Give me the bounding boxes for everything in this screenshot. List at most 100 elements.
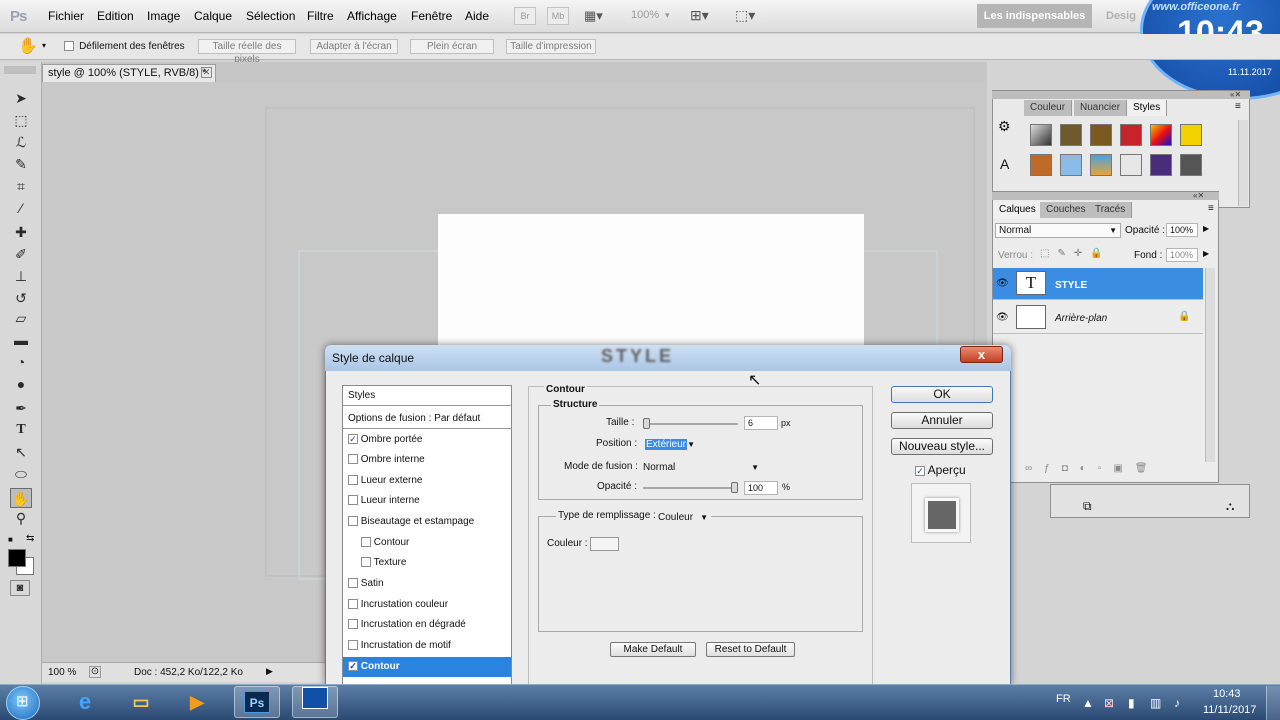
checkbox[interactable] <box>348 475 358 486</box>
language-indicator[interactable]: FR <box>1056 693 1071 705</box>
signal-icon[interactable]: ▥ <box>1150 696 1161 710</box>
screen-mode-icon[interactable]: ⬚▾ <box>735 7 755 24</box>
style-item-inner-glow[interactable]: Lueur interne <box>343 491 511 511</box>
size-field[interactable]: 6 <box>744 416 778 430</box>
character-panel-icon[interactable]: A <box>1000 156 1009 172</box>
checkbox-checked[interactable]: ✓ <box>348 661 358 672</box>
marquee-tool-icon[interactable]: ⬚ <box>10 110 32 130</box>
checkbox[interactable] <box>348 516 358 527</box>
bridge-button[interactable]: Br <box>514 7 536 25</box>
checkbox[interactable] <box>348 495 358 506</box>
healing-brush-tool-icon[interactable]: ✚ <box>10 222 32 242</box>
close-icon[interactable]: x <box>960 346 1003 363</box>
panel-grip[interactable] <box>992 91 1250 99</box>
style-swatch[interactable] <box>1120 154 1142 176</box>
style-swatch[interactable] <box>1120 124 1142 146</box>
quick-selection-tool-icon[interactable]: ✎ <box>10 154 32 174</box>
scroll-all-checkbox[interactable] <box>64 41 74 52</box>
cancel-button[interactable]: Annuler <box>891 412 993 429</box>
foreground-color-swatch[interactable] <box>8 549 26 567</box>
styles-scrollbar[interactable] <box>1238 120 1248 206</box>
size-slider-knob[interactable] <box>643 418 650 429</box>
document-canvas[interactable] <box>438 214 864 349</box>
preview-checkbox[interactable]: ✓ <box>915 465 925 476</box>
hand-tool-active-icon[interactable]: ✋ <box>10 488 32 508</box>
status-arrow-icon[interactable]: ▶ <box>266 666 273 677</box>
network-icon[interactable]: ⊠ <box>1104 696 1114 710</box>
quick-mask-icon[interactable]: ◙ <box>10 580 30 596</box>
eraser-tool-icon[interactable]: ▱ <box>10 308 32 328</box>
blur-tool-icon[interactable]: ◔ <box>10 352 32 372</box>
swap-colors-icon[interactable]: ⇆ <box>26 533 34 544</box>
checkbox[interactable] <box>348 619 358 630</box>
workspace-essentials-button[interactable]: Les indispensables <box>977 4 1092 28</box>
style-item-gradient-overlay[interactable]: Incrustation en dégradé <box>343 615 511 635</box>
preview-option[interactable]: ✓ Aperçu <box>915 463 966 477</box>
menu-image[interactable]: Image <box>147 9 180 23</box>
document-tab[interactable]: style @ 100% (STYLE, RVB/8) * <box>42 64 216 82</box>
scroll-all-windows-option[interactable]: Défilement des fenêtres <box>64 40 185 52</box>
fit-screen-button[interactable]: Adapter à l'écran <box>310 39 398 54</box>
chevron-right-icon[interactable]: ▶ <box>1203 224 1209 233</box>
style-list-header[interactable]: Styles <box>343 386 511 406</box>
eye-icon[interactable]: 👁 <box>996 312 1009 323</box>
opacity-slider-knob[interactable] <box>731 482 738 493</box>
move-tool-icon[interactable]: ➤ <box>10 88 32 108</box>
stroke-color-swatch[interactable] <box>590 537 619 551</box>
collapse-icon[interactable]: «✕ <box>1193 191 1204 200</box>
ok-button[interactable]: OK <box>891 386 993 403</box>
fill-field[interactable]: 100% <box>1166 248 1198 262</box>
size-slider[interactable] <box>643 423 738 425</box>
default-colors-icon[interactable]: ■ <box>8 535 13 544</box>
style-swatch[interactable] <box>1150 124 1172 146</box>
stroke-blend-select[interactable]: Normal ▼ <box>640 461 762 476</box>
dodge-tool-icon[interactable]: ● <box>10 374 32 394</box>
menu-selection[interactable]: Sélection <box>246 9 295 23</box>
style-swatch[interactable] <box>1060 154 1082 176</box>
lock-icons[interactable]: ⬚✎✛🔒 <box>1040 248 1111 259</box>
make-default-button[interactable]: Make Default <box>610 642 696 657</box>
panel-grip[interactable] <box>992 192 1219 200</box>
gradient-tool-icon[interactable]: ▬ <box>10 330 32 350</box>
internet-explorer-icon[interactable]: e <box>62 686 108 718</box>
style-item-stroke[interactable]: ✓ Contour <box>343 657 511 677</box>
arrange-documents-icon[interactable]: ⊞▾ <box>690 7 709 24</box>
photoshop-taskbar-icon[interactable]: Ps <box>234 686 280 718</box>
hand-tool-icon[interactable]: ✋ <box>18 36 38 56</box>
style-item-drop-shadow[interactable]: ✓ Ombre portée <box>343 430 511 450</box>
tab-couleur[interactable]: Couleur <box>1024 100 1073 116</box>
checkbox[interactable] <box>348 640 358 651</box>
volume-icon[interactable]: ♪ <box>1174 696 1180 710</box>
checkbox[interactable] <box>348 578 358 589</box>
style-swatch[interactable] <box>1060 124 1082 146</box>
menu-affichage[interactable]: Affichage <box>347 9 397 23</box>
reset-default-button[interactable]: Reset to Default <box>706 642 795 657</box>
style-item-inner-shadow[interactable]: Ombre interne <box>343 450 511 470</box>
style-item-texture[interactable]: Texture <box>343 553 511 573</box>
panel-menu-icon[interactable]: ≡ <box>1235 101 1241 112</box>
status-menu-icon[interactable]: ⊙ <box>89 666 101 678</box>
style-swatch[interactable] <box>1090 124 1112 146</box>
adjustments-icon[interactable]: ⚙ <box>998 118 1011 135</box>
brush-tool-icon[interactable]: ✐ <box>10 244 32 264</box>
tab-traces[interactable]: Tracés <box>1089 202 1133 218</box>
checkbox-checked[interactable]: ✓ <box>348 434 358 445</box>
tools-panel-grip[interactable] <box>4 66 36 74</box>
eyedropper-tool-icon[interactable]: ⁄ <box>10 198 32 218</box>
pen-tool-icon[interactable]: ✒ <box>10 398 32 418</box>
minibridge-button[interactable]: Mb <box>547 7 569 25</box>
menu-fenetre[interactable]: Fenêtre <box>411 9 452 23</box>
clock-time[interactable]: 10:43 <box>1213 688 1241 700</box>
zoom-tool-icon[interactable]: ⚲ <box>10 508 32 528</box>
chevron-down-icon[interactable]: ▾ <box>42 41 46 50</box>
blend-mode-select[interactable]: Normal ▼ <box>995 223 1121 238</box>
layer-comps-icon[interactable]: ⧉ <box>1083 499 1092 514</box>
blending-options-item[interactable]: Options de fusion : Par défaut <box>343 409 511 429</box>
checkbox[interactable] <box>361 557 371 568</box>
collapse-icon[interactable]: «✕ <box>1230 90 1241 99</box>
style-swatch[interactable] <box>1090 154 1112 176</box>
checkbox[interactable] <box>348 599 358 610</box>
shape-tool-icon[interactable]: ⬭ <box>10 464 32 484</box>
clone-source-icon[interactable]: ⛬ <box>1226 499 1234 514</box>
style-item-outer-glow[interactable]: Lueur externe <box>343 471 511 491</box>
